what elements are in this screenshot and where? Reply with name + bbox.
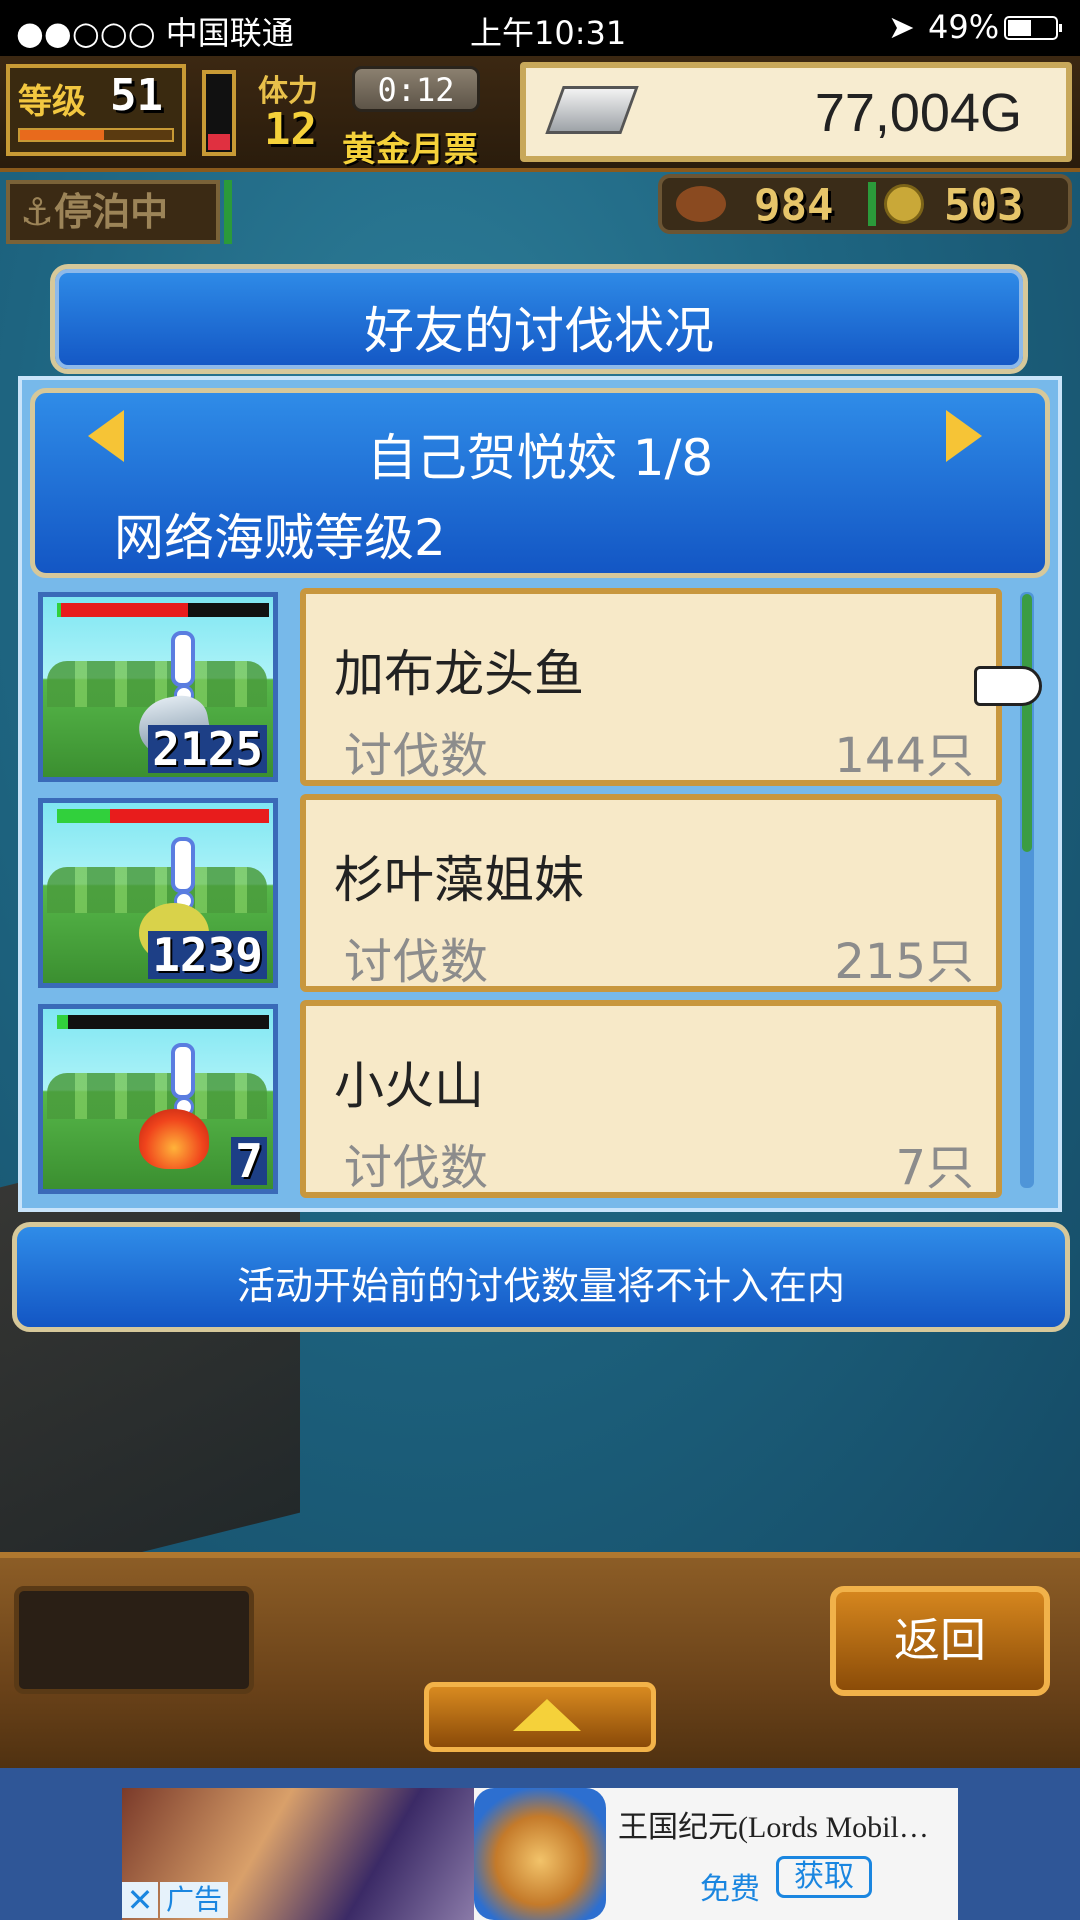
level-label: 等级	[18, 82, 86, 122]
ad-price: 免费	[700, 1872, 760, 1907]
silver-bar-icon	[545, 86, 639, 134]
monster-name: 杉叶藻姐妹	[334, 851, 584, 909]
defeat-count-label: 讨伐数	[344, 934, 489, 990]
dock-status-label: 停泊中	[54, 190, 169, 234]
monster-thumbnail: 2125	[38, 592, 278, 782]
gold-display[interactable]: 77,004G	[520, 62, 1072, 162]
battery-fill	[1008, 20, 1031, 36]
food-value: 984	[754, 180, 834, 231]
ad-title: 王国纪元(Lords Mobil…	[618, 1811, 929, 1844]
monster-name: 加布龙头鱼	[334, 645, 584, 703]
exclamation-icon	[171, 1043, 195, 1099]
monster-name: 小火山	[334, 1057, 484, 1115]
hp-bar-red	[57, 603, 189, 617]
expand-menu-button[interactable]	[424, 1682, 656, 1752]
defeat-count-value: 215只	[834, 934, 974, 990]
ad-banner[interactable]: ✕ 广告 王国纪元(Lords Mobil… 免费 获取	[122, 1788, 958, 1920]
level-box: 等级 51	[6, 64, 186, 156]
resource-box: 984 503	[658, 174, 1072, 234]
dialog-title-panel: 好友的讨伐状况	[50, 264, 1028, 374]
ad-close-icon[interactable]: ✕	[122, 1882, 158, 1918]
monster-total-count: 2125	[148, 725, 267, 773]
game-app-icon	[474, 1788, 606, 1920]
battery-icon	[1004, 16, 1062, 40]
location-arrow-icon: ➤	[888, 8, 915, 46]
friend-name: 自己贺悦姣 1/8	[366, 429, 714, 487]
exclamation-icon	[171, 631, 195, 687]
stamina-gauge-fill	[208, 134, 230, 150]
up-arrow-icon	[513, 1699, 581, 1731]
notice-panel: 活动开始前的讨伐数量将不计入在内	[12, 1222, 1070, 1332]
gold-value: 77,004G	[814, 83, 1022, 143]
exclamation-icon	[171, 837, 195, 893]
empty-slot	[14, 1586, 254, 1694]
pointing-hand-icon	[974, 666, 1042, 706]
coin-value: 503	[944, 180, 1024, 231]
monster-thumbnail: 7	[38, 1004, 278, 1194]
clock: 上午10:31	[470, 14, 627, 52]
pirate-level: 网络海贼等级2	[114, 509, 446, 567]
list-item[interactable]: 1239 杉叶藻姐妹 讨伐数 215只	[30, 794, 1010, 994]
ad-get-button[interactable]: 获取	[776, 1856, 872, 1898]
defeat-count-value: 7只	[895, 1140, 974, 1196]
defeat-count-value: 144只	[834, 728, 974, 784]
fire-monster-icon	[139, 1109, 209, 1169]
dialog-title: 好友的讨伐状况	[364, 302, 714, 360]
list-item[interactable]: 7 小火山 讨伐数 7只	[30, 1000, 1010, 1200]
back-button[interactable]: 返回	[830, 1586, 1050, 1696]
gold-pass-button[interactable]: 黄金月票	[342, 122, 478, 171]
dock-status-indicator	[224, 180, 232, 244]
monster-list[interactable]: 2125 加布龙头鱼 讨伐数 144只 1239 杉叶藻姐妹 讨伐数 215只	[30, 588, 1010, 1200]
hp-bar-green	[57, 1015, 68, 1029]
defeat-count-label: 讨伐数	[344, 1140, 489, 1196]
level-progress-fill	[20, 130, 104, 140]
stamina-timer: 0:12	[352, 66, 480, 112]
coin-icon	[884, 184, 924, 224]
hp-bar	[57, 809, 269, 823]
status-bar: ●●○○○ 中国联通 上午10:31 ➤ 49%	[0, 0, 1080, 56]
hp-bar-green	[57, 809, 110, 823]
hp-bar	[57, 1015, 269, 1029]
monster-total-count: 1239	[148, 931, 267, 979]
notice-text: 活动开始前的讨伐数量将不计入在内	[236, 1264, 845, 1308]
monster-card[interactable]: 小火山 讨伐数 7只	[300, 1000, 1002, 1198]
dock-status-badge[interactable]: ⚓停泊中	[6, 180, 220, 244]
resource-divider	[868, 182, 876, 226]
level-progress-bar	[18, 128, 174, 142]
level-value: 51	[110, 70, 163, 121]
defeat-count-label: 讨伐数	[344, 728, 489, 784]
bottom-bar: 返回	[0, 1552, 1080, 1774]
scrollbar-thumb[interactable]	[1022, 594, 1032, 852]
hp-bar-green	[57, 603, 62, 617]
stamina-gauge	[202, 70, 236, 156]
carrier-label: ●●○○○ 中国联通	[16, 14, 294, 52]
ad-tag: 广告	[160, 1882, 229, 1918]
monster-thumbnail: 1239	[38, 798, 278, 988]
list-item[interactable]: 2125 加布龙头鱼 讨伐数 144只	[30, 588, 1010, 788]
battery-percent: 49%	[928, 8, 1000, 46]
monster-total-count: 7	[231, 1137, 267, 1185]
monster-card[interactable]: 加布龙头鱼 讨伐数 144只	[300, 588, 1002, 786]
food-icon	[676, 186, 726, 222]
hp-bar	[57, 603, 269, 617]
monster-card[interactable]: 杉叶藻姐妹 讨伐数 215只	[300, 794, 1002, 992]
stamina-value: 12	[264, 104, 317, 155]
top-hud: 等级 51 体力 12 0:12 黄金月票 77,004G	[0, 56, 1080, 172]
